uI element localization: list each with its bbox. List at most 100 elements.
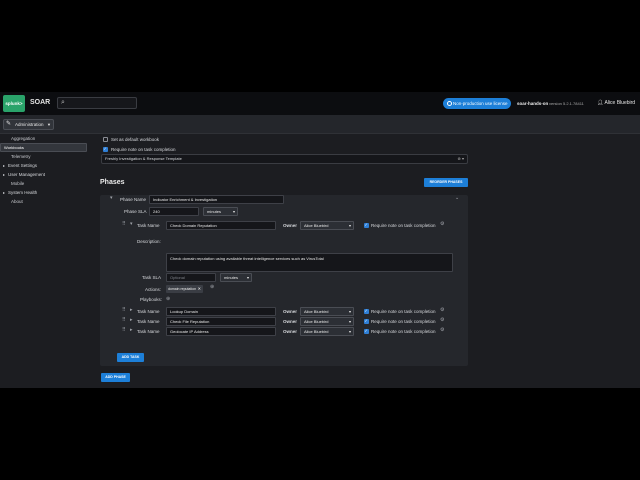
remove-tag-icon[interactable]: ✕ bbox=[198, 285, 201, 293]
collapse-phase-icon[interactable]: ▾ bbox=[110, 195, 113, 201]
add-playbook-icon[interactable]: ⊕ bbox=[166, 296, 170, 302]
phase-name-input[interactable]: Indicator Enrichment & Investigation bbox=[149, 195, 284, 204]
sidebar-item-label: Telemetry bbox=[11, 154, 31, 159]
task-require-note-label: Require note on task completion bbox=[371, 329, 436, 334]
task-name-input[interactable]: Lookup Domain bbox=[166, 307, 276, 316]
task-sla-input[interactable]: Optional bbox=[166, 273, 216, 282]
task-sla-unit: minutes bbox=[224, 275, 239, 280]
chevron-down-icon: ▾ bbox=[348, 309, 351, 314]
owner-value: Alice Bluebird bbox=[304, 309, 329, 314]
sidebar-group-system-health[interactable]: ▸ System Health bbox=[0, 188, 87, 197]
drag-handle-icon[interactable]: ⠿ bbox=[122, 317, 126, 323]
sidebar-item-telemetry[interactable]: Telemetry bbox=[0, 152, 87, 161]
sidebar-item-about[interactable]: About bbox=[0, 197, 87, 206]
user-name: Alice Bluebird bbox=[604, 100, 636, 106]
owner-value: Alice Bluebird bbox=[304, 223, 329, 228]
admin-label: Administration bbox=[15, 122, 44, 127]
license-badge[interactable]: Non-production use license bbox=[443, 98, 511, 109]
splunk-logo[interactable]: splunk> bbox=[3, 95, 25, 112]
caret-right-icon: ▸ bbox=[3, 172, 6, 177]
admin-bar: ✎ Administration ▼ bbox=[0, 115, 640, 134]
action-tag[interactable]: domain reputation ✕ bbox=[166, 285, 204, 293]
template-select[interactable]: Freshly Investigation & Response Templat… bbox=[101, 154, 468, 164]
task-require-note-checkbox[interactable] bbox=[364, 222, 369, 228]
task-require-note-checkbox[interactable] bbox=[364, 318, 369, 324]
phase-chevron-icon[interactable]: ⌄ bbox=[455, 195, 459, 201]
drag-handle-icon[interactable]: ⠿ bbox=[122, 221, 126, 227]
expand-task-icon[interactable]: ▸ bbox=[130, 317, 133, 323]
chevron-down-icon: ▼ bbox=[47, 122, 51, 127]
add-phase-button[interactable]: ADD PHASE bbox=[101, 373, 130, 382]
sidebar-item-label: Workbooks bbox=[4, 145, 24, 150]
sidebar-item-label: Event Settings bbox=[8, 163, 38, 168]
sidebar-item-workbooks[interactable]: Workbooks bbox=[0, 143, 87, 152]
caret-right-icon: ▸ bbox=[3, 163, 6, 168]
phase-sla-input[interactable]: 240 bbox=[149, 207, 199, 216]
wrench-icon: ✎ bbox=[6, 121, 12, 127]
phase-sla-label: Phase SLA bbox=[124, 209, 147, 214]
sidebar-item-label: User Management bbox=[8, 172, 46, 177]
drag-handle-icon[interactable]: ⠿ bbox=[122, 327, 126, 333]
phase-name-label: Phase Name bbox=[120, 197, 147, 202]
version-label: version 5.2.1.78411 bbox=[549, 101, 584, 106]
sidebar-item-label: Mobile bbox=[11, 181, 25, 186]
drag-handle-icon[interactable]: ⠿ bbox=[122, 307, 126, 313]
search-input[interactable]: ⌕ bbox=[57, 97, 137, 109]
add-action-icon[interactable]: ⊕ bbox=[210, 284, 214, 290]
caret-right-icon: ▸ bbox=[3, 190, 6, 195]
clear-and-chevron-icon: ⊗ ▾ bbox=[457, 156, 464, 161]
owner-select[interactable]: Alice Bluebird ▾ bbox=[300, 307, 354, 316]
sidebar-item-mobile[interactable]: Mobile bbox=[0, 179, 87, 188]
add-task-button[interactable]: ADD TASK bbox=[117, 353, 144, 362]
settings-icon[interactable]: ⚙︎ bbox=[440, 327, 444, 333]
description-label: Description: bbox=[137, 239, 161, 244]
task-require-note-checkbox[interactable] bbox=[364, 308, 369, 314]
license-label: Non-production use license bbox=[453, 101, 508, 106]
expand-task-icon[interactable]: ▸ bbox=[130, 307, 133, 313]
workbook-editor: Set as default workbook Require note on … bbox=[100, 134, 470, 388]
phase-panel: ▾ Phase Name Indicator Enrichment & Inve… bbox=[100, 195, 468, 366]
task-name-input[interactable]: Geolocate IP Address bbox=[166, 327, 276, 336]
owner-select[interactable]: Alice Bluebird ▾ bbox=[300, 317, 354, 326]
owner-select[interactable]: Alice Bluebird ▾ bbox=[300, 327, 354, 336]
sidebar-item-label: About bbox=[11, 199, 23, 204]
task-name-input[interactable]: Check Domain Reputation bbox=[166, 221, 276, 230]
sidebar-group-user-management[interactable]: ▸ User Management bbox=[0, 170, 87, 179]
require-note-checkbox[interactable] bbox=[103, 146, 108, 152]
administration-menu-button[interactable]: ✎ Administration ▼ bbox=[3, 119, 54, 130]
search-icon: ⌕ bbox=[61, 99, 65, 106]
task-name-label: Task Name bbox=[137, 309, 160, 314]
expand-task-icon[interactable]: ▸ bbox=[130, 327, 133, 333]
chevron-down-icon: ▾ bbox=[348, 223, 351, 228]
task-require-note-label: Require note on task completion bbox=[371, 309, 436, 314]
task-sla-unit-select[interactable]: minutes ▾ bbox=[220, 273, 252, 282]
owner-value: Alice Bluebird bbox=[304, 319, 329, 324]
user-menu[interactable]: 👤︎ Alice Bluebird bbox=[597, 100, 635, 106]
require-note-label: Require note on task completion bbox=[111, 147, 176, 152]
actions-label: Actions: bbox=[145, 287, 162, 292]
app-window: splunk> SOAR ⌕ Non-production use licens… bbox=[0, 92, 640, 388]
app-name: SOAR bbox=[30, 99, 51, 106]
phase-sla-unit: minutes bbox=[207, 209, 222, 214]
sidebar-item-label: Aggregation bbox=[11, 136, 36, 141]
sidebar-item-aggregation[interactable]: Aggregation bbox=[0, 134, 87, 143]
phase-sla-unit-select[interactable]: minutes ▾ bbox=[203, 207, 238, 216]
chevron-down-icon: ▾ bbox=[232, 209, 235, 214]
task-name-input[interactable]: Check File Reputation bbox=[166, 317, 276, 326]
chevron-down-icon: ▾ bbox=[348, 319, 351, 324]
reorder-phases-button[interactable]: REORDER PHASES bbox=[424, 178, 468, 187]
settings-icon[interactable]: ⚙︎ bbox=[440, 221, 444, 227]
playbooks-label: Playbooks: bbox=[140, 297, 163, 302]
settings-icon[interactable]: ⚙︎ bbox=[440, 307, 444, 313]
sidebar: Aggregation Workbooks Telemetry ▸ Event S… bbox=[0, 134, 87, 388]
hostname: soar-hands-on bbox=[517, 101, 549, 106]
task-sla-label: Task SLA bbox=[142, 275, 162, 280]
task-name-label: Task Name bbox=[137, 329, 160, 334]
collapse-task-icon[interactable]: ▾ bbox=[130, 221, 133, 227]
task-require-note-checkbox[interactable] bbox=[364, 328, 369, 334]
settings-icon[interactable]: ⚙︎ bbox=[440, 317, 444, 323]
default-workbook-checkbox[interactable] bbox=[103, 137, 108, 142]
description-textarea[interactable]: Check domain reputation using available … bbox=[166, 253, 453, 272]
owner-select[interactable]: Alice Bluebird ▾ bbox=[300, 221, 354, 230]
sidebar-group-event-settings[interactable]: ▸ Event Settings bbox=[0, 161, 87, 170]
